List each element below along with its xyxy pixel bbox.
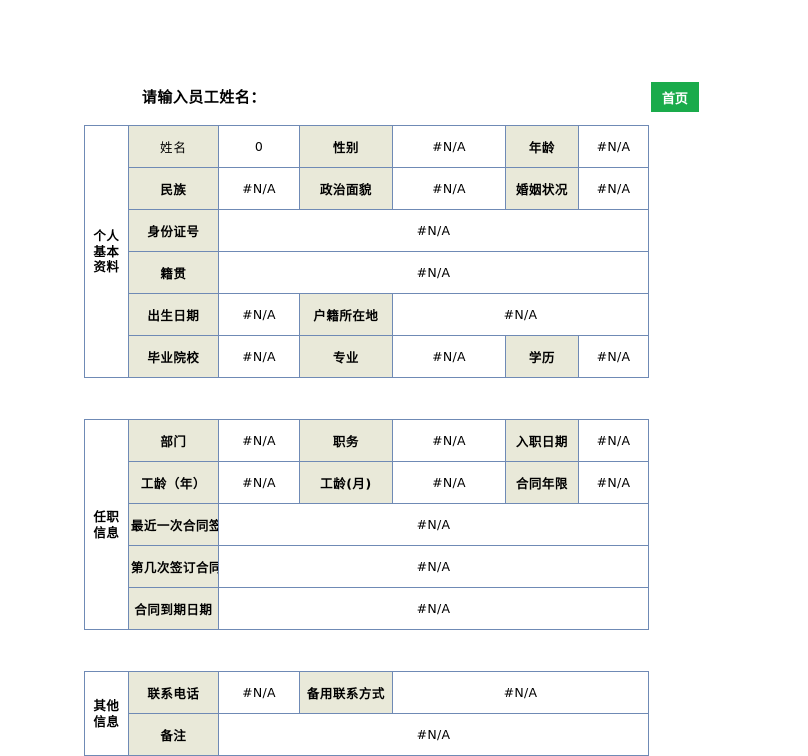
field-value-cell[interactable]: #N/A (392, 167, 506, 210)
table-row: 合同到期日期 #N/A (85, 587, 649, 630)
section-label-line: 其他 (93, 697, 120, 713)
field-label-cell: 政治面貌 (299, 167, 393, 210)
section-label-2: 任职 信息 (84, 419, 129, 630)
table-row: 任职 信息 部门 #N/A 职务 #N/A 入职日期 #N/A (84, 419, 649, 630)
table-row: 个人 基本 资料 姓名 0 性别 #N/A 年龄 #N/A (84, 125, 649, 378)
section-label-line: 个人 (93, 228, 120, 244)
field-label-cell: 合同年限 (505, 461, 579, 504)
field-label-cell: 备注 (128, 713, 219, 756)
section-label-line: 任职 (93, 508, 120, 524)
field-value-cell[interactable]: #N/A (218, 587, 649, 630)
table-row: 毕业院校 #N/A 专业 #N/A 学历 #N/A (85, 335, 649, 378)
field-label-cell: 合同到期日期 (128, 587, 219, 630)
field-value-cell[interactable]: #N/A (392, 671, 649, 714)
section-label-3: 其他 信息 (84, 671, 129, 756)
table-row: 籍贯 #N/A (85, 251, 649, 294)
section-gap-cell (84, 377, 649, 420)
field-label-cell: 年龄 (505, 125, 579, 168)
field-label-cell: 联系电话 (128, 671, 219, 714)
field-label-cell: 性别 (299, 125, 393, 168)
field-value-cell[interactable]: #N/A (218, 713, 649, 756)
section-label-line: 基本 (93, 243, 120, 259)
field-label-cell: 姓名 (128, 125, 219, 168)
field-value-cell[interactable]: #N/A (218, 461, 300, 504)
field-value-cell[interactable]: #N/A (218, 671, 300, 714)
page-header: 请输入员工姓名： 首页 (0, 78, 808, 116)
section-label-1: 个人 基本 资料 (84, 125, 129, 378)
field-value-cell[interactable]: #N/A (578, 125, 649, 168)
section-gap-cell (84, 629, 649, 672)
field-value-cell[interactable]: #N/A (392, 293, 649, 336)
field-label-cell: 备用联系方式 (299, 671, 393, 714)
table-row: 备注 #N/A (85, 713, 649, 756)
field-label-cell: 工龄(月) (299, 461, 393, 504)
table-row: 身份证号 #N/A (85, 209, 649, 252)
field-label-cell: 婚姻状况 (505, 167, 579, 210)
field-label-cell: 最近一次合同签订日期 (128, 503, 219, 546)
field-label-cell: 学历 (505, 335, 579, 378)
field-value-cell[interactable]: #N/A (218, 545, 649, 588)
field-value-cell[interactable]: #N/A (392, 125, 506, 168)
field-label-cell: 户籍所在地 (299, 293, 393, 336)
section-label-line: 信息 (93, 524, 120, 540)
section-label-line: 资料 (93, 259, 120, 275)
field-label-cell: 入职日期 (505, 419, 579, 462)
home-button[interactable]: 首页 (651, 82, 699, 112)
table-row: 最近一次合同签订日期#N/A (85, 503, 649, 546)
table-row: 第几次签订合同 #N/A (85, 545, 649, 588)
field-value-cell[interactable]: #N/A (218, 251, 649, 294)
table-row: 工龄（年） #N/A 工龄(月) #N/A 合同年限 #N/A (85, 461, 649, 504)
field-label-cell: 第几次签订合同 (128, 545, 219, 588)
field-value-cell[interactable]: #N/A (392, 461, 506, 504)
field-value-cell[interactable]: #N/A (218, 209, 649, 252)
field-label-cell: 出生日期 (128, 293, 219, 336)
field-value-cell[interactable]: #N/A (218, 293, 300, 336)
table-row: 民族 #N/A 政治面貌 #N/A 婚姻状况 #N/A (85, 167, 649, 210)
employee-name-prompt-label: 请输入员工姓名： (142, 88, 267, 106)
field-value-cell[interactable]: #N/A (218, 335, 300, 378)
field-value-cell[interactable]: #N/A (578, 461, 649, 504)
field-value-cell[interactable]: 0 (218, 125, 300, 168)
field-value-cell[interactable]: #N/A (392, 335, 506, 378)
field-value-cell[interactable]: #N/A (218, 503, 649, 546)
field-label-cell: 专业 (299, 335, 393, 378)
field-value-cell[interactable]: #N/A (218, 167, 300, 210)
field-value-cell[interactable]: #N/A (392, 419, 506, 462)
table-row: 出生日期 #N/A 户籍所在地 #N/A (85, 293, 649, 336)
field-value-cell[interactable]: #N/A (218, 419, 300, 462)
field-label-cell: 职务 (299, 419, 393, 462)
table-row: 其他 信息 联系电话 #N/A 备用联系方式 #N/A (84, 671, 649, 756)
field-label-cell: 部门 (128, 419, 219, 462)
section-label-line: 信息 (93, 713, 120, 729)
field-label-cell: 籍贯 (128, 251, 219, 294)
section-gap-row (84, 629, 649, 672)
employee-info-table: 个人 基本 资料 姓名 0 性别 #N/A 年龄 #N/A 民族 #N/A 政治面貌 #N/A 婚姻状况 #… (84, 125, 649, 756)
field-value-cell[interactable]: #N/A (578, 335, 649, 378)
field-label-cell: 毕业院校 (128, 335, 219, 378)
field-label-cell: 身份证号 (128, 209, 219, 252)
field-label-cell: 民族 (128, 167, 219, 210)
field-label-cell: 工龄（年） (128, 461, 219, 504)
field-value-cell[interactable]: #N/A (578, 419, 649, 462)
section-gap-row (84, 377, 649, 420)
field-value-cell[interactable]: #N/A (578, 167, 649, 210)
